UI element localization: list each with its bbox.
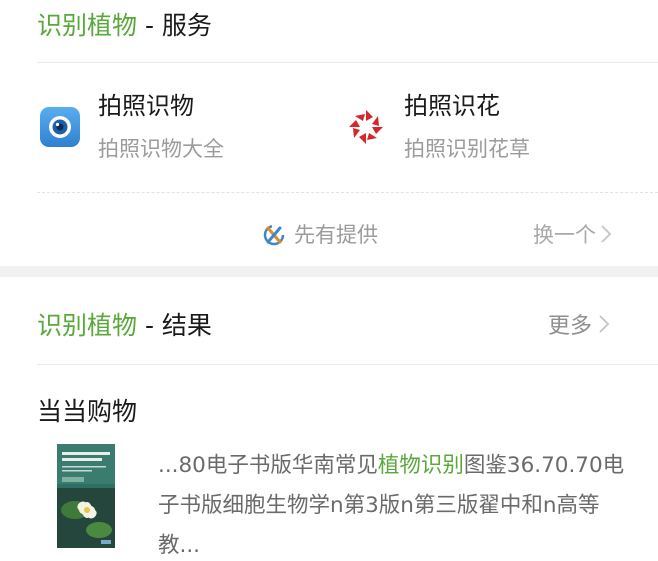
more-label: 更多	[548, 314, 593, 339]
camera-eye-icon	[40, 107, 80, 147]
results-title-divider	[37, 364, 658, 365]
result-source-name[interactable]: 当当购物	[37, 394, 137, 430]
results-title-highlight: 识别植物	[37, 311, 138, 340]
search-results-page: 识别植物 - 服务 拍照识物 拍照识物大全 拍照识花 拍照识别花草 先有提供 换…	[0, 0, 658, 561]
red-aperture-icon	[349, 110, 383, 144]
service-title: 拍照识花	[404, 92, 500, 120]
services-title-divider	[37, 62, 658, 63]
services-title-suffix: - 服务	[137, 11, 212, 40]
services-title-highlight: 识别植物	[37, 11, 138, 40]
services-card-title: 识别植物 - 服务	[37, 6, 212, 46]
results-card-title: 识别植物 - 结果	[37, 306, 212, 346]
snippet-before: ...80电子书版华南常见	[158, 453, 378, 478]
snippet-highlight: 植物识别	[377, 453, 464, 478]
result-snippet[interactable]: ...80电子书版华南常见植物识别图鉴36.70.70电子书版细胞生物学n第3版…	[158, 446, 638, 561]
chevron-right-icon	[601, 225, 612, 243]
more-button[interactable]: 更多	[548, 308, 610, 340]
results-title-suffix: - 结果	[137, 311, 212, 340]
card-separator	[0, 266, 658, 277]
provider-label: 先有提供	[294, 223, 378, 247]
swap-label: 换一个	[533, 223, 596, 247]
swap-button[interactable]: 换一个	[533, 218, 612, 250]
service-subtitle: 拍照识物大全	[98, 137, 224, 161]
book-cover-thumbnail[interactable]	[57, 444, 115, 548]
provider-attribution: 先有提供	[262, 218, 378, 250]
service-subtitle: 拍照识别花草	[404, 137, 530, 161]
provider-logo-icon	[263, 224, 285, 246]
chevron-right-icon	[599, 315, 610, 333]
services-dashed-divider	[37, 192, 658, 193]
service-title: 拍照识物	[98, 92, 194, 120]
